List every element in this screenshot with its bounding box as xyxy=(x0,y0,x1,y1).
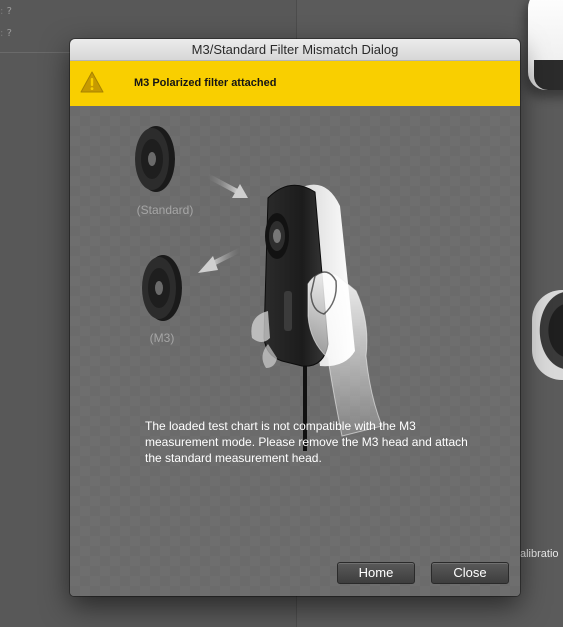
standard-label: (Standard) xyxy=(136,203,194,217)
warning-banner: M3 Polarized filter attached xyxy=(70,61,520,106)
dialog-content: (Standard) (M3) The loaded test chart is… xyxy=(70,106,520,596)
head-swap-illustration xyxy=(135,126,383,451)
filter-mismatch-dialog: M3/Standard Filter Mismatch Dialog M3 Po… xyxy=(70,39,520,596)
arrow-to-device-icon xyxy=(205,173,248,198)
background-field-1: : ? xyxy=(0,6,12,17)
warning-triangle-icon xyxy=(80,71,104,93)
background-field-marker: ? xyxy=(6,6,12,17)
dialog-title: M3/Standard Filter Mismatch Dialog xyxy=(70,39,520,61)
screen: : ? : ? alibratio M3/Standard Filter Mis… xyxy=(0,0,563,627)
warning-text: M3 Polarized filter attached xyxy=(134,77,277,89)
close-button[interactable]: Close xyxy=(431,562,509,584)
m3-filter-icon xyxy=(142,255,182,321)
arrow-to-m3-icon xyxy=(198,247,243,273)
instruction-message: The loaded test chart is not compatible … xyxy=(145,419,468,465)
background-puck-image xyxy=(532,290,563,380)
standard-filter-icon xyxy=(135,126,175,192)
home-button[interactable]: Home xyxy=(337,562,415,584)
m3-label: (M3) xyxy=(149,331,175,345)
background-field-marker: ? xyxy=(6,28,12,39)
background-device-image xyxy=(528,0,563,90)
background-calibration-text: alibratio xyxy=(520,548,559,560)
background-field-2: : ? xyxy=(0,28,12,39)
